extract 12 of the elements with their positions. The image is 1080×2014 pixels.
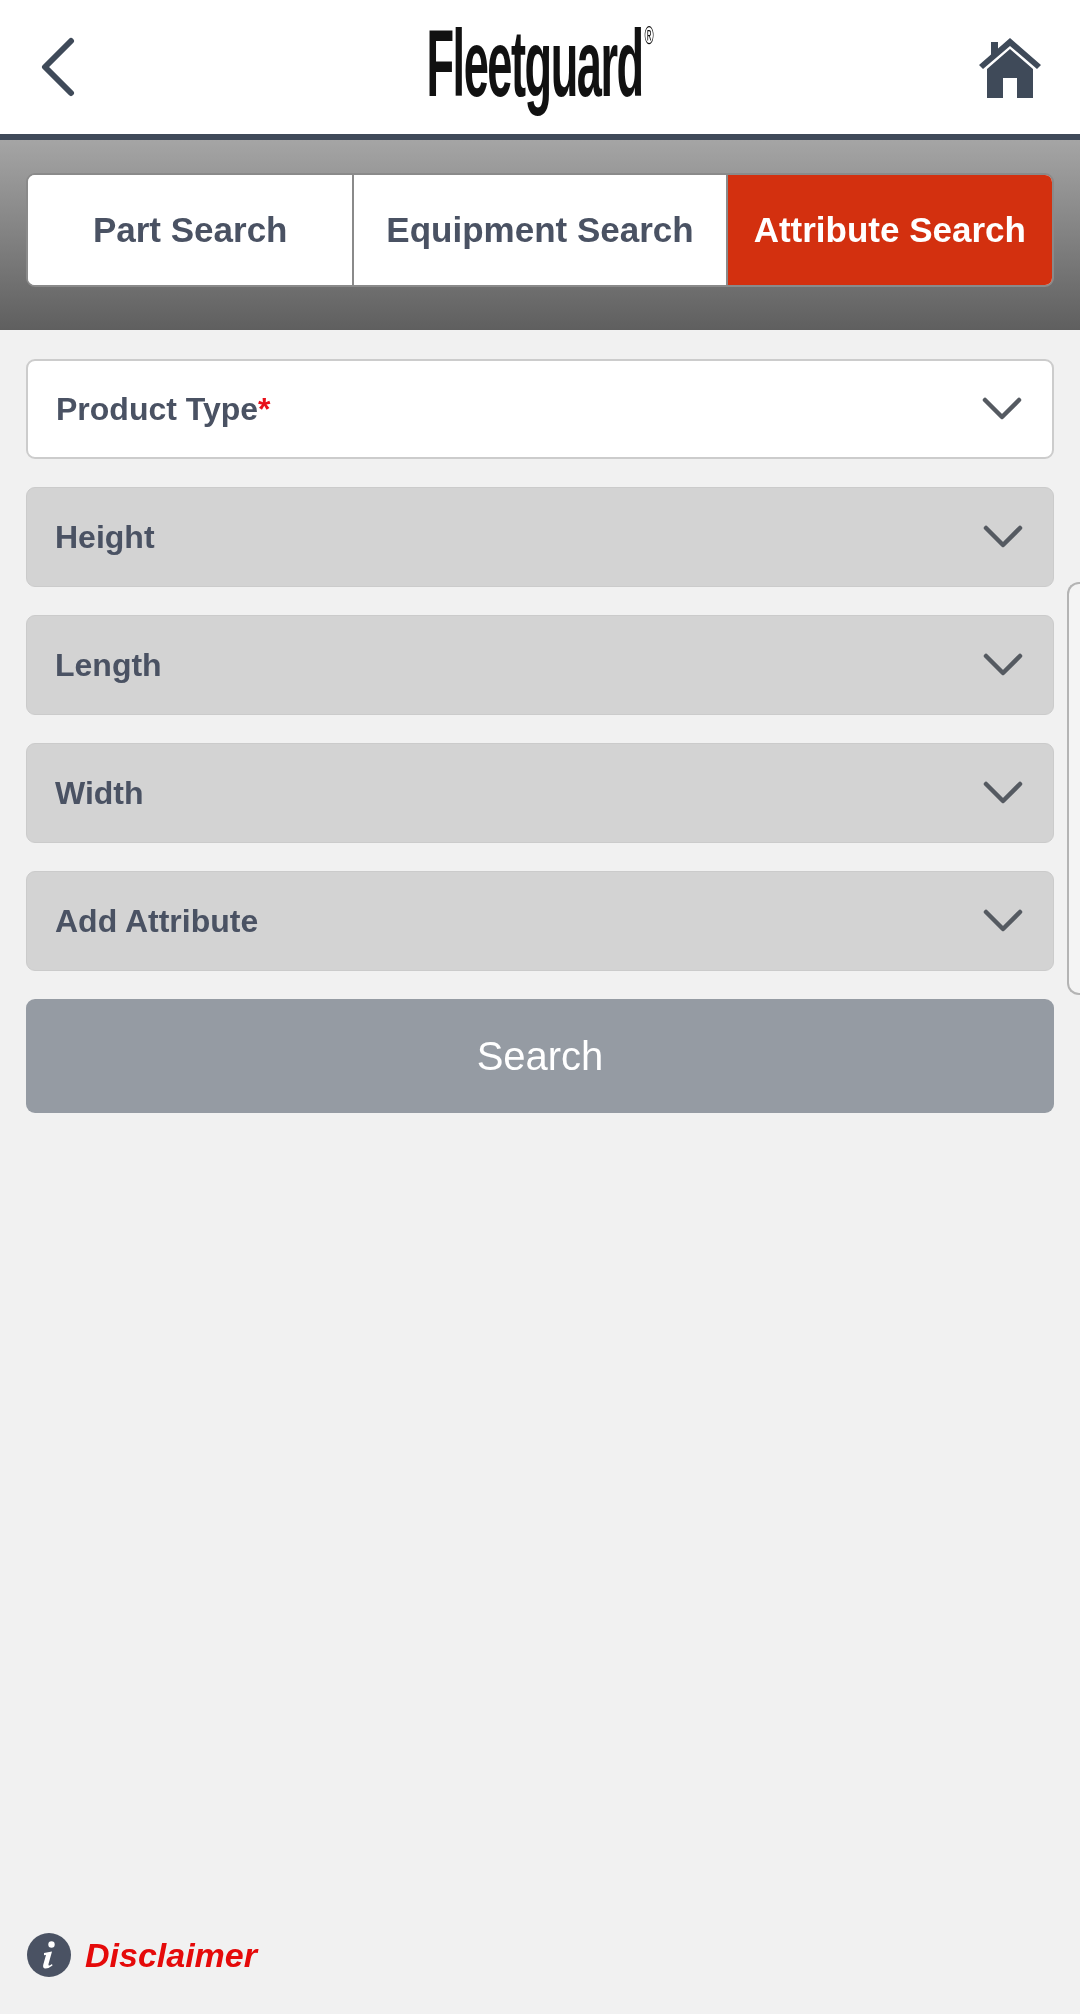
back-icon[interactable] — [40, 37, 76, 97]
dropdown-field[interactable]: Product Type* — [26, 359, 1054, 459]
info-icon[interactable] — [27, 1933, 71, 1977]
chevron-down-icon — [983, 909, 1023, 933]
search-tab[interactable]: Attribute Search — [725, 175, 1052, 285]
fleetguard-logo: Fleetguard$^{®}$ — [426, 10, 654, 118]
home-icon[interactable] — [978, 36, 1042, 98]
chevron-down-icon — [983, 781, 1023, 805]
chevron-down-icon — [982, 397, 1022, 421]
chevron-down-icon — [983, 525, 1023, 549]
disclaimer-link[interactable]: Disclaimer — [85, 1935, 257, 1975]
chevron-down-icon — [983, 653, 1023, 677]
